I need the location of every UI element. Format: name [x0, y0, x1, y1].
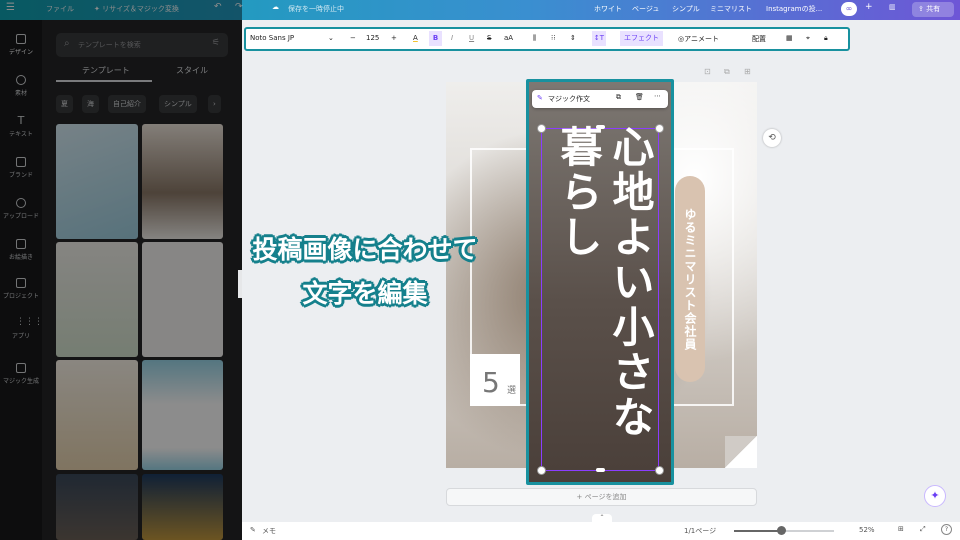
context-toolbar: ✎ マジック作文 ⧉ 🗑︎ ⋯ — [532, 90, 668, 108]
delete-icon[interactable]: 🗑︎ — [635, 93, 644, 101]
page-lock-icon[interactable]: ⊡ — [704, 67, 711, 76]
align-icon[interactable]: ⫼ — [533, 34, 536, 43]
comment-icon[interactable]: ⟲ — [763, 129, 781, 147]
list-icon[interactable]: ⁝⁝ — [551, 34, 555, 42]
show-pages-handle[interactable]: ⌃ — [592, 514, 612, 522]
caption-line-1: 投稿画像に合わせて — [252, 235, 478, 264]
add-collaborator-icon[interactable]: + — [865, 2, 873, 12]
notes-button[interactable]: メモ — [262, 526, 276, 536]
share-label: 共有 — [926, 5, 941, 13]
magic-write-button[interactable]: マジック作文 — [548, 94, 590, 104]
duplicate-icon[interactable]: ⧉ — [616, 93, 621, 102]
strikethrough-button[interactable]: S — [487, 34, 491, 42]
number-box[interactable]: 5 選 — [470, 354, 520, 406]
font-size-decrease[interactable]: − — [350, 34, 356, 42]
chevron-down-icon[interactable]: ⌄ — [328, 34, 334, 42]
number-suffix: 選 — [507, 386, 517, 396]
share-button[interactable]: ⇪ 共有 — [912, 2, 954, 17]
page-curl — [725, 436, 757, 468]
vertical-title-text[interactable]: 心地よい小さな暮らし — [546, 125, 656, 470]
font-size-input[interactable]: 125 — [366, 34, 379, 42]
animate-button[interactable]: ◎アニメート — [678, 34, 719, 44]
page-indicator: 1/1ページ — [684, 527, 717, 535]
bold-button[interactable]: B — [429, 31, 442, 46]
notes-icon[interactable]: ✎ — [250, 526, 256, 534]
lock-icon[interactable]: 🔒︎ — [824, 34, 828, 43]
resize-handle[interactable] — [656, 125, 663, 132]
effects-button[interactable]: エフェクト — [620, 31, 663, 46]
fullscreen-icon[interactable]: ⤢ — [920, 525, 926, 534]
resize-handle[interactable] — [656, 467, 663, 474]
transparency-icon[interactable]: ▦ — [786, 34, 793, 42]
zoom-slider-thumb[interactable] — [777, 526, 786, 535]
resize-handle[interactable] — [538, 125, 545, 132]
cloud-icon: ☁ — [272, 3, 279, 11]
doc-tag-0: ホワイト — [594, 5, 622, 13]
caption-line-2: 文字を編集 — [302, 279, 428, 308]
zoom-level[interactable]: 52% — [859, 526, 875, 534]
doc-title[interactable]: Instagramの投... — [766, 4, 822, 14]
position-button[interactable]: 配置 — [752, 34, 766, 44]
panel-overlay — [0, 0, 242, 540]
insights-icon[interactable]: ▥ — [889, 3, 896, 11]
zoom-slider-fill — [734, 530, 778, 532]
add-page-icon[interactable]: ⊞ — [744, 67, 751, 76]
assistant-sparkle-icon[interactable]: ✦ — [924, 485, 946, 507]
spacing-icon[interactable]: ⇕ — [570, 34, 576, 42]
underline-button[interactable]: U — [469, 34, 474, 42]
font-family-select[interactable]: Noto Sans JP — [250, 34, 294, 42]
subtitle-pill[interactable]: ゆるミニマリスト会社員 — [675, 176, 705, 382]
more-icon[interactable]: ⋯ — [654, 92, 661, 100]
help-icon[interactable]: ? — [941, 524, 952, 535]
save-status: 保存を一時停止中 — [288, 5, 344, 13]
animate-label: アニメート — [684, 35, 719, 43]
tutorial-caption: 投稿画像に合わせて 文字を編集 — [210, 228, 520, 316]
share-icon: ⇪ — [918, 5, 924, 13]
doc-tag-3: ミニマリスト — [710, 5, 752, 13]
doc-tag-1: ベージュ — [632, 5, 660, 13]
number-text: 5 — [482, 366, 500, 399]
bottom-bar: ✎ メモ 1/1ページ 52% ⊞ ⤢ ? — [242, 522, 960, 540]
case-button[interactable]: aA — [504, 34, 513, 42]
resize-handle[interactable] — [538, 467, 545, 474]
doc-tag-2: シンプル — [672, 5, 700, 13]
vertical-text-button[interactable]: ↕T — [592, 31, 606, 46]
paint-format-icon[interactable]: ⌖ — [806, 34, 810, 43]
grid-view-icon[interactable]: ⊞ — [898, 525, 904, 533]
duplicate-page-icon[interactable]: ⧉ — [724, 67, 730, 77]
text-toolbar: Noto Sans JP ⌄ − 125 + A B I U S aA ⫼ ⁝⁝… — [244, 27, 850, 51]
magic-wand-icon: ✎ — [537, 94, 543, 102]
share-link-icon[interactable]: ∞ — [841, 2, 857, 16]
italic-button[interactable]: I — [451, 34, 453, 42]
font-size-increase[interactable]: + — [391, 34, 397, 42]
text-color-icon[interactable]: A — [413, 34, 418, 42]
add-page-button[interactable]: + ページを追加 — [446, 488, 757, 506]
